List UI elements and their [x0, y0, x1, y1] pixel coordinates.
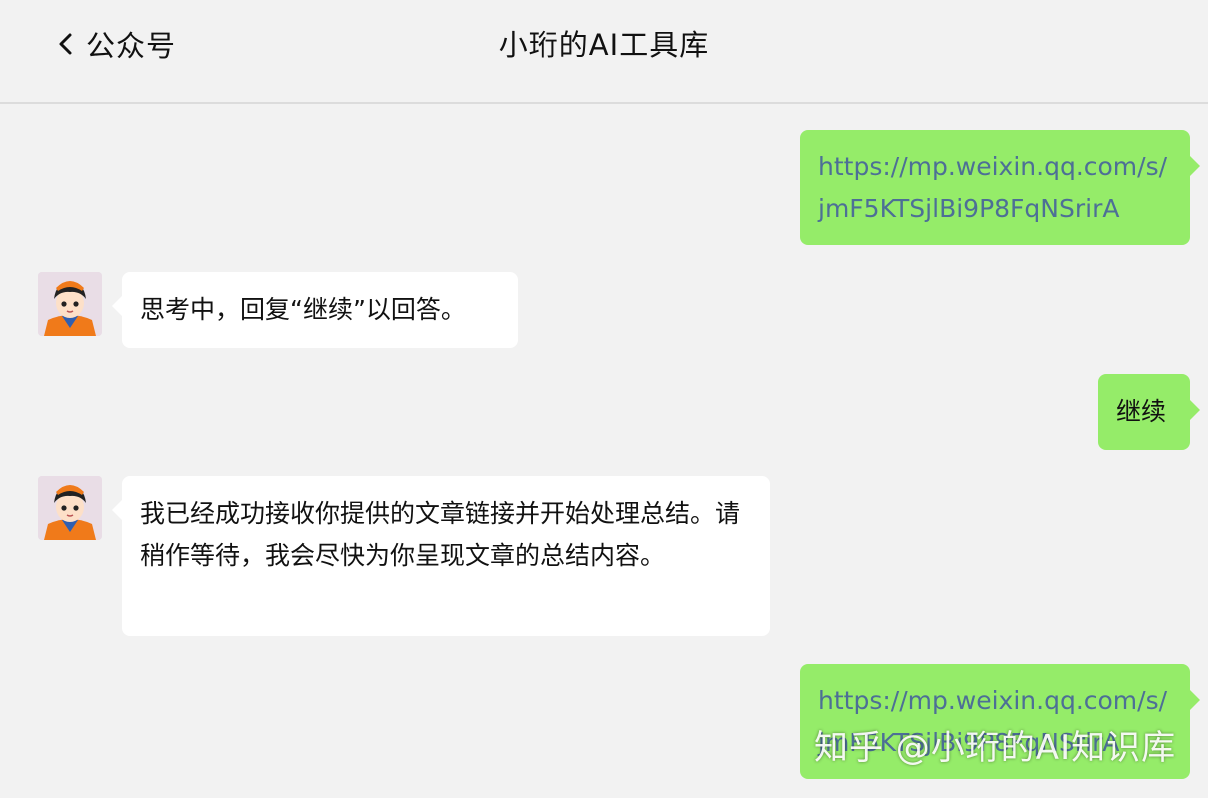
message-text: 思考中，回复“继续”以回答。	[140, 295, 466, 324]
message-text: 我已经成功接收你提供的文章链接并开始处理总结。请稍作等待，我会尽快为你呈现文章的…	[140, 499, 741, 570]
message-link[interactable]: https://mp.weixin.qq.com/s/ jmF5KTSjlBi9…	[818, 152, 1167, 223]
watermark: 知乎 @小珩的AI知识库	[814, 728, 1177, 768]
message-text: 继续	[1116, 397, 1167, 426]
chat-title: 小珩的AI工具库	[498, 28, 710, 62]
cartoon-boy-avatar-icon	[38, 476, 102, 540]
avatar[interactable]	[38, 272, 102, 336]
message-bubble-other[interactable]: 思考中，回复“继续”以回答。	[112, 272, 518, 348]
message-bubble-other[interactable]: 我已经成功接收你提供的文章链接并开始处理总结。请稍作等待，我会尽快为你呈现文章的…	[112, 476, 770, 636]
avatar[interactable]	[38, 476, 102, 540]
cartoon-boy-avatar-icon	[38, 272, 102, 336]
message-bubble-self[interactable]: https://mp.weixin.qq.com/s/ jmF5KTSjlBi9…	[800, 130, 1200, 245]
chat-header: 公众号 小珩的AI工具库	[0, 0, 1208, 104]
message-bubble-self[interactable]: 继续	[1098, 374, 1200, 450]
